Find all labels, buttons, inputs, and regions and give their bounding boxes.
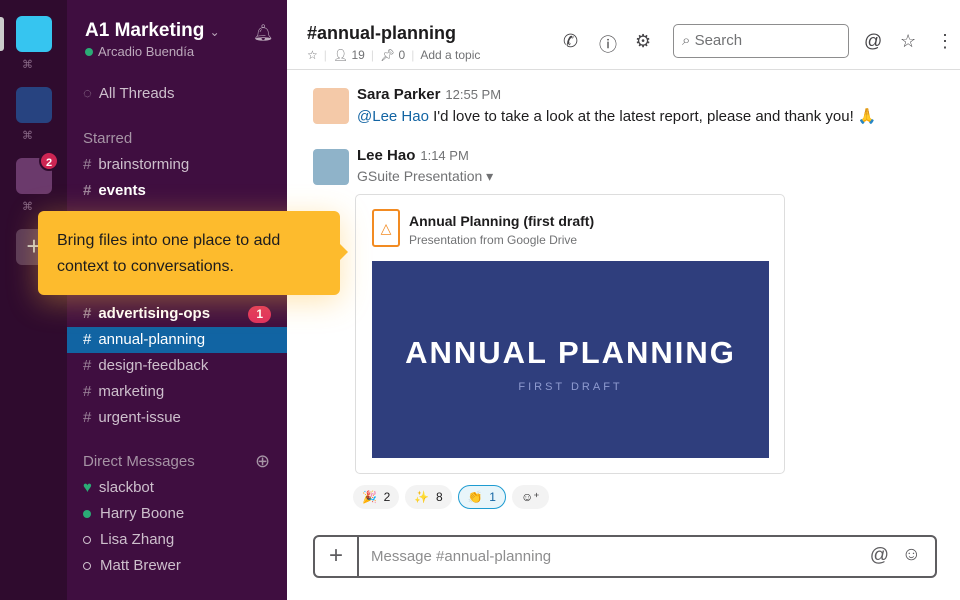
author-name[interactable]: Lee Hao: [357, 147, 415, 164]
google-slides-icon: △: [372, 209, 400, 247]
all-threads[interactable]: ◌ All Threads: [67, 81, 287, 107]
message-text: I'd love to take a look at the latest re…: [428, 108, 877, 125]
attachment-source: Presentation from Google Drive: [409, 233, 578, 247]
dm-section-label: Direct Messages: [83, 453, 195, 470]
shortcut-icon: ⌘: [22, 201, 33, 213]
slide-title: ANNUAL PLANNING: [405, 335, 736, 370]
away-status-icon: [83, 562, 91, 570]
workspace-1[interactable]: [16, 16, 52, 52]
chevron-down-icon: ⌄: [209, 25, 220, 39]
sidebar-item-marketing[interactable]: # marketing: [67, 379, 287, 405]
current-user[interactable]: Arcadio Buendía: [85, 44, 194, 59]
attachment-type[interactable]: GSuite Presentation ▾: [357, 168, 493, 185]
timestamp[interactable]: 12:55 PM: [445, 87, 501, 102]
pin-icon[interactable]: 📌︎: [380, 48, 395, 62]
team-name[interactable]: A1 Marketing ⌄: [85, 20, 220, 42]
avatar[interactable]: [313, 88, 349, 124]
add-reaction-icon[interactable]: ☺︎⁺: [511, 485, 549, 509]
dm-harry-boone[interactable]: Harry Boone: [67, 501, 287, 527]
away-status-icon: [83, 536, 91, 544]
sidebar-item-brainstorming[interactable]: # brainstorming: [67, 152, 287, 178]
channel-view: #annual-planning ☆ | 👤︎ 19 | 📌︎ 0 | Add a topi…: [287, 0, 960, 600]
author-name[interactable]: Sara Parker: [357, 86, 440, 103]
star-icon[interactable]: ☆: [900, 31, 916, 52]
mentions-icon[interactable]: @: [864, 31, 882, 52]
phone-icon[interactable]: ✆: [563, 31, 578, 52]
shortcut-icon: ⌘: [22, 59, 33, 71]
starred-section-label: Starred: [83, 130, 133, 147]
info-icon[interactable]: ⓘ: [599, 31, 617, 57]
attach-plus-icon[interactable]: +: [315, 537, 359, 576]
reactions: 🎉 2 ✨ 8 👏 1 ☺︎⁺: [353, 485, 549, 509]
sidebar-item-annual-planning[interactable]: # annual-planning: [67, 327, 287, 353]
members-icon[interactable]: 👤︎: [333, 48, 348, 62]
avatar[interactable]: [313, 149, 349, 185]
unread-badge: 1: [248, 306, 271, 323]
channel-title: #annual-planning: [307, 23, 457, 43]
channel-header: #annual-planning ☆ | 👤︎ 19 | 📌︎ 0 | Add a topi…: [287, 0, 960, 70]
online-status-icon: [85, 48, 93, 56]
member-count[interactable]: 19: [351, 48, 364, 62]
shortcut-icon: ⌘: [22, 130, 33, 142]
heart-icon: ♥: [83, 479, 92, 496]
star-icon[interactable]: ☆: [307, 48, 318, 62]
dm-slackbot[interactable]: ♥ slackbot: [67, 475, 287, 501]
dm-lisa-zhang[interactable]: Lisa Zhang: [67, 527, 287, 553]
file-attachment[interactable]: △ Annual Planning (first draft) Presenta…: [355, 194, 785, 474]
message-input[interactable]: Message #annual-planning: [371, 548, 551, 565]
user-mention[interactable]: @Lee Hao: [357, 108, 429, 125]
reaction-party[interactable]: 🎉 2: [353, 485, 400, 509]
reaction-clap[interactable]: 👏 1: [457, 485, 506, 509]
slide-preview[interactable]: ANNUAL PLANNING FIRST DRAFT: [372, 261, 769, 458]
add-dm-icon[interactable]: ⊕: [255, 451, 270, 472]
emoji-icon[interactable]: ☺: [902, 544, 921, 566]
threads-icon: ◌: [83, 85, 92, 102]
active-workspace-indicator: [0, 17, 4, 51]
slide-subtitle: FIRST DRAFT: [518, 381, 623, 393]
pin-count[interactable]: 0: [399, 48, 406, 62]
dm-matt-brewer[interactable]: Matt Brewer: [67, 553, 287, 579]
attachment-title[interactable]: Annual Planning (first draft): [409, 213, 594, 229]
sidebar-item-events[interactable]: # events: [67, 178, 287, 204]
reaction-sparkles[interactable]: ✨ 8: [405, 485, 452, 509]
sidebar-item-design-feedback[interactable]: # design-feedback: [67, 353, 287, 379]
workspace-2[interactable]: [16, 87, 52, 123]
bell-icon[interactable]: 🔔︎: [253, 23, 273, 43]
online-status-icon: [83, 510, 91, 518]
mention-icon[interactable]: @: [870, 545, 889, 567]
more-icon[interactable]: ⋮: [936, 31, 954, 52]
workspace-badge: 2: [39, 151, 59, 171]
sidebar: A1 Marketing ⌄ Arcadio Buendía 🔔︎ ◌ All T…: [67, 0, 287, 600]
sidebar-item-advertising-ops[interactable]: # advertising-ops 1: [67, 301, 287, 327]
sidebar-item-urgent-issue[interactable]: # urgent-issue: [67, 405, 287, 431]
timestamp[interactable]: 1:14 PM: [420, 148, 468, 163]
workspace-rail: ⌘ ⌘ 2 ⌘ +: [0, 0, 67, 600]
search-icon: ⌕: [682, 32, 691, 49]
search-input[interactable]: ⌕ Search: [673, 24, 849, 58]
gear-icon[interactable]: ⚙: [635, 31, 651, 52]
message-composer[interactable]: + Message #annual-planning @ ☺: [313, 535, 937, 578]
add-topic-link[interactable]: Add a topic: [420, 48, 480, 62]
channel-meta: ☆ | 👤︎ 19 | 📌︎ 0 | Add a topic: [307, 48, 481, 62]
